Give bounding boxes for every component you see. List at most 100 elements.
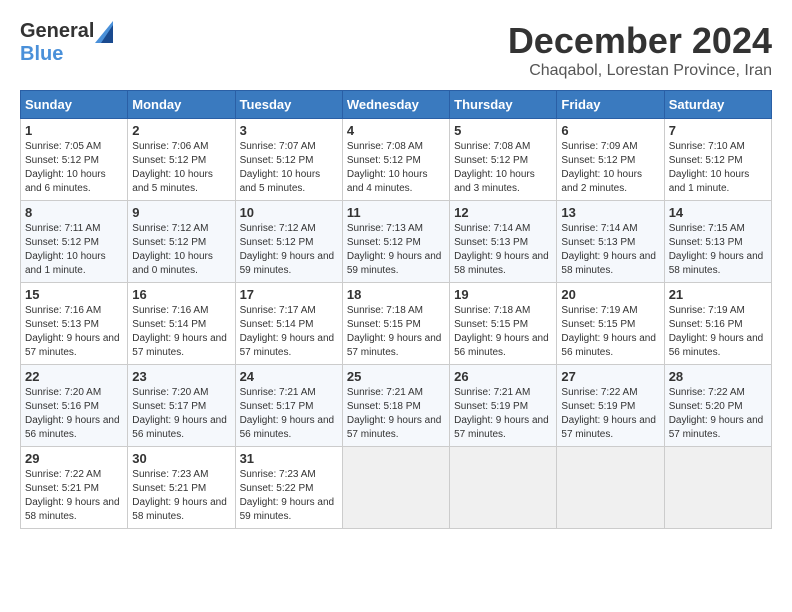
day-info: Sunrise: 7:08 AMSunset: 5:12 PMDaylight:… (347, 140, 445, 196)
calendar-cell (450, 447, 557, 529)
day-number: 26 (454, 369, 552, 384)
calendar-cell: 6 Sunrise: 7:09 AMSunset: 5:12 PMDaylight… (557, 119, 664, 201)
calendar-cell: 5Sunrise: 7:08 AMSunset: 5:12 PMDaylight… (450, 119, 557, 201)
day-info: Sunrise: 7:07 AMSunset: 5:12 PMDaylight:… (240, 140, 338, 196)
day-info: Sunrise: 7:14 AMSunset: 5:13 PMDaylight:… (454, 222, 552, 278)
calendar-cell: 29 Sunrise: 7:22 AMSunset: 5:21 PMDayligh… (21, 447, 128, 529)
calendar-week-2: 8 Sunrise: 7:11 AMSunset: 5:12 PMDaylight… (21, 201, 772, 283)
logo: General Blue (20, 20, 114, 66)
calendar-table: SundayMondayTuesdayWednesdayThursdayFrid… (20, 90, 772, 529)
calendar-cell: 4Sunrise: 7:08 AMSunset: 5:12 PMDaylight… (342, 119, 449, 201)
day-number: 22 (25, 369, 123, 384)
calendar-cell: 2Sunrise: 7:06 AMSunset: 5:12 PMDaylight… (128, 119, 235, 201)
weekday-header-tuesday: Tuesday (235, 91, 342, 119)
day-number: 15 (25, 287, 123, 302)
calendar-cell: 22 Sunrise: 7:20 AMSunset: 5:16 PMDayligh… (21, 365, 128, 447)
day-number: 10 (240, 205, 338, 220)
calendar-cell: 19 Sunrise: 7:18 AMSunset: 5:15 PMDayligh… (450, 283, 557, 365)
day-number: 1 (25, 123, 123, 138)
day-info: Sunrise: 7:22 AMSunset: 5:19 PMDaylight:… (561, 386, 659, 442)
day-number: 25 (347, 369, 445, 384)
calendar-week-4: 22 Sunrise: 7:20 AMSunset: 5:16 PMDayligh… (21, 365, 772, 447)
day-number: 31 (240, 451, 338, 466)
calendar-cell: 23 Sunrise: 7:20 AMSunset: 5:17 PMDayligh… (128, 365, 235, 447)
calendar-cell: 20Sunrise: 7:19 AMSunset: 5:15 PMDayligh… (557, 283, 664, 365)
logo-triangle-icon (95, 21, 113, 43)
day-info: Sunrise: 7:18 AMSunset: 5:15 PMDaylight:… (454, 304, 552, 360)
title-block: December 2024 Chaqabol, Lorestan Provinc… (508, 20, 772, 80)
day-number: 23 (132, 369, 230, 384)
calendar-week-1: 1 Sunrise: 7:05 AMSunset: 5:12 PMDaylight… (21, 119, 772, 201)
weekday-header-monday: Monday (128, 91, 235, 119)
day-info: Sunrise: 7:22 AMSunset: 5:20 PMDaylight:… (669, 386, 767, 442)
calendar-cell: 12 Sunrise: 7:14 AMSunset: 5:13 PMDayligh… (450, 201, 557, 283)
day-info: Sunrise: 7:16 AMSunset: 5:14 PMDaylight:… (132, 304, 230, 360)
calendar-cell: 15Sunrise: 7:16 AMSunset: 5:13 PMDayligh… (21, 283, 128, 365)
day-number: 29 (25, 451, 123, 466)
month-title: December 2024 (508, 20, 772, 62)
calendar-week-5: 29 Sunrise: 7:22 AMSunset: 5:21 PMDayligh… (21, 447, 772, 529)
day-number: 5 (454, 123, 552, 138)
weekday-header-saturday: Saturday (664, 91, 771, 119)
logo-blue-text: Blue (20, 43, 63, 66)
day-number: 6 (561, 123, 659, 138)
day-info: Sunrise: 7:14 AMSunset: 5:13 PMDaylight:… (561, 222, 659, 278)
day-info: Sunrise: 7:21 AMSunset: 5:18 PMDaylight:… (347, 386, 445, 442)
calendar-cell: 18 Sunrise: 7:18 AMSunset: 5:15 PMDayligh… (342, 283, 449, 365)
weekday-row: SundayMondayTuesdayWednesdayThursdayFrid… (21, 91, 772, 119)
calendar-cell: 31 Sunrise: 7:23 AMSunset: 5:22 PMDayligh… (235, 447, 342, 529)
page-header: General Blue December 2024 Chaqabol, Lor… (20, 20, 772, 80)
calendar-cell: 1 Sunrise: 7:05 AMSunset: 5:12 PMDaylight… (21, 119, 128, 201)
day-info: Sunrise: 7:17 AMSunset: 5:14 PMDaylight:… (240, 304, 338, 360)
calendar-cell: 16 Sunrise: 7:16 AMSunset: 5:14 PMDayligh… (128, 283, 235, 365)
weekday-header-thursday: Thursday (450, 91, 557, 119)
day-info: Sunrise: 7:09 AMSunset: 5:12 PMDaylight:… (561, 140, 659, 196)
day-number: 30 (132, 451, 230, 466)
day-info: Sunrise: 7:20 AMSunset: 5:17 PMDaylight:… (132, 386, 230, 442)
calendar-cell: 3 Sunrise: 7:07 AMSunset: 5:12 PMDaylight… (235, 119, 342, 201)
day-info: Sunrise: 7:23 AMSunset: 5:22 PMDaylight:… (240, 468, 338, 524)
day-info: Sunrise: 7:18 AMSunset: 5:15 PMDaylight:… (347, 304, 445, 360)
calendar-cell: 27Sunrise: 7:22 AMSunset: 5:19 PMDayligh… (557, 365, 664, 447)
day-number: 12 (454, 205, 552, 220)
day-info: Sunrise: 7:22 AMSunset: 5:21 PMDaylight:… (25, 468, 123, 524)
day-number: 13 (561, 205, 659, 220)
day-info: Sunrise: 7:12 AMSunset: 5:12 PMDaylight:… (240, 222, 338, 278)
day-number: 14 (669, 205, 767, 220)
day-info: Sunrise: 7:21 AMSunset: 5:19 PMDaylight:… (454, 386, 552, 442)
day-info: Sunrise: 7:19 AMSunset: 5:16 PMDaylight:… (669, 304, 767, 360)
day-info: Sunrise: 7:20 AMSunset: 5:16 PMDaylight:… (25, 386, 123, 442)
weekday-header-sunday: Sunday (21, 91, 128, 119)
day-number: 19 (454, 287, 552, 302)
day-number: 7 (669, 123, 767, 138)
calendar-cell: 25 Sunrise: 7:21 AMSunset: 5:18 PMDayligh… (342, 365, 449, 447)
weekday-header-wednesday: Wednesday (342, 91, 449, 119)
day-info: Sunrise: 7:11 AMSunset: 5:12 PMDaylight:… (25, 222, 123, 278)
calendar-body: 1 Sunrise: 7:05 AMSunset: 5:12 PMDaylight… (21, 119, 772, 529)
day-number: 18 (347, 287, 445, 302)
day-number: 16 (132, 287, 230, 302)
calendar-cell: 10 Sunrise: 7:12 AMSunset: 5:12 PMDayligh… (235, 201, 342, 283)
day-number: 3 (240, 123, 338, 138)
calendar-cell (664, 447, 771, 529)
day-info: Sunrise: 7:21 AMSunset: 5:17 PMDaylight:… (240, 386, 338, 442)
logo-general-text: General (20, 20, 94, 43)
day-info: Sunrise: 7:15 AMSunset: 5:13 PMDaylight:… (669, 222, 767, 278)
calendar-cell: 11Sunrise: 7:13 AMSunset: 5:12 PMDayligh… (342, 201, 449, 283)
day-number: 20 (561, 287, 659, 302)
calendar-cell: 21Sunrise: 7:19 AMSunset: 5:16 PMDayligh… (664, 283, 771, 365)
calendar-cell: 26 Sunrise: 7:21 AMSunset: 5:19 PMDayligh… (450, 365, 557, 447)
day-info: Sunrise: 7:13 AMSunset: 5:12 PMDaylight:… (347, 222, 445, 278)
calendar-cell (557, 447, 664, 529)
day-info: Sunrise: 7:05 AMSunset: 5:12 PMDaylight:… (25, 140, 123, 196)
calendar-header: SundayMondayTuesdayWednesdayThursdayFrid… (21, 91, 772, 119)
logo-blue-word: Blue (20, 43, 63, 65)
location-title: Chaqabol, Lorestan Province, Iran (508, 62, 772, 80)
day-number: 8 (25, 205, 123, 220)
calendar-cell: 7Sunrise: 7:10 AMSunset: 5:12 PMDaylight… (664, 119, 771, 201)
calendar-cell (342, 447, 449, 529)
calendar-cell: 9Sunrise: 7:12 AMSunset: 5:12 PMDaylight… (128, 201, 235, 283)
calendar-cell: 8 Sunrise: 7:11 AMSunset: 5:12 PMDaylight… (21, 201, 128, 283)
calendar-cell: 28Sunrise: 7:22 AMSunset: 5:20 PMDayligh… (664, 365, 771, 447)
day-number: 17 (240, 287, 338, 302)
